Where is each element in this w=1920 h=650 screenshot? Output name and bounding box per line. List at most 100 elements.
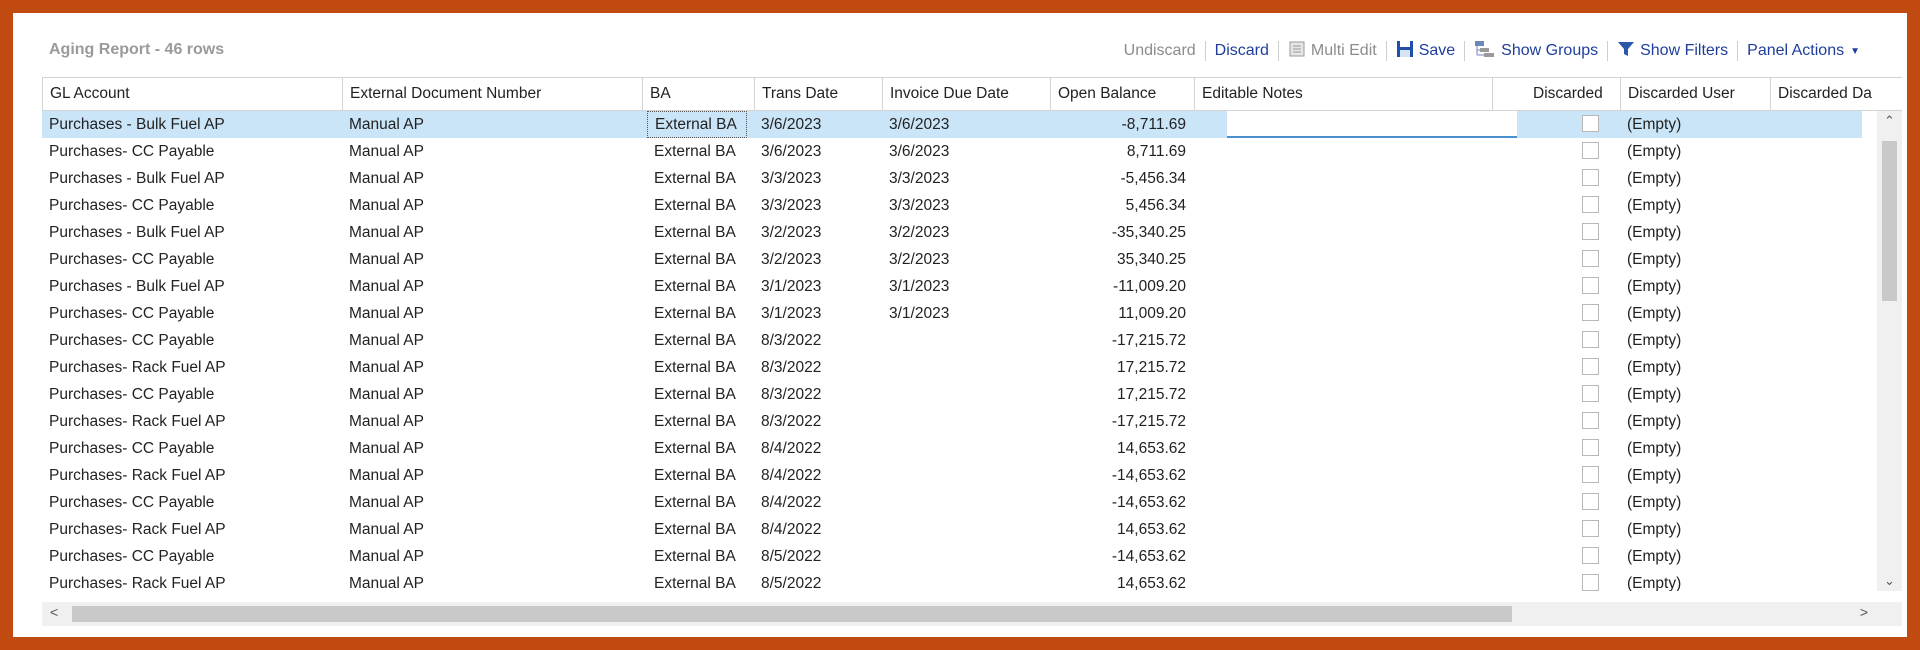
cell-gl-account: Purchases - Bulk Fuel AP [49,170,225,187]
discarded-checkbox[interactable] [1582,439,1599,456]
table-row[interactable]: Purchases- CC Payable Manual AP External B… [42,300,1862,327]
discarded-checkbox[interactable] [1582,142,1599,159]
cell-external-document-number: Manual AP [349,278,424,295]
cell-open-balance: 35,340.25 [1117,251,1186,268]
table-row[interactable]: Purchases- Rack Fuel AP Manual AP External… [42,462,1862,489]
table-row[interactable]: Purchases- Rack Fuel AP Manual AP External… [42,570,1862,591]
multi-edit-button[interactable]: Multi Edit [1281,40,1384,63]
discarded-checkbox[interactable] [1582,196,1599,213]
save-button[interactable]: Save [1389,40,1462,63]
cell-trans-date: 8/4/2022 [761,440,822,457]
table-row[interactable]: Purchases- CC Payable Manual AP External B… [42,138,1862,165]
vertical-scrollbar[interactable]: ⌃ ⌄ [1877,111,1902,591]
table-row[interactable]: Purchases- Rack Fuel AP Manual AP External… [42,408,1862,435]
table-row[interactable]: Purchases- Rack Fuel AP Manual AP External… [42,354,1862,381]
discarded-checkbox[interactable] [1582,169,1599,186]
table-row[interactable]: Purchases - Bulk Fuel AP Manual AP Externa… [42,111,1862,138]
report-panel: Aging Report - 46 rows Undiscard Discard… [13,13,1907,637]
table-row[interactable]: Purchases- CC Payable Manual AP External B… [42,435,1862,462]
discarded-checkbox[interactable] [1582,115,1599,132]
cell-external-document-number: Manual AP [349,467,424,484]
cell-gl-account: Purchases- Rack Fuel AP [49,359,226,376]
cell-external-document-number: Manual AP [349,305,424,322]
cell-ba: External BA [654,278,736,295]
table-row[interactable]: Purchases - Bulk Fuel AP Manual AP Externa… [42,219,1862,246]
show-filters-button[interactable]: Show Filters [1610,40,1735,63]
cell-invoice-due-date: 3/1/2023 [889,305,950,322]
table-row[interactable]: Purchases- CC Payable Manual AP External B… [42,381,1862,408]
cell-trans-date: 8/3/2022 [761,359,822,376]
column-header-external-document-number[interactable]: External Document Number [342,78,642,110]
cell-external-document-number: Manual AP [349,170,424,187]
cell-discarded-user: (Empty) [1627,170,1682,187]
cell-trans-date: 3/3/2023 [761,170,822,187]
cell-invoice-due-date [882,543,1050,570]
column-header-open-balance[interactable]: Open Balance [1050,78,1194,110]
table-row[interactable]: Purchases- CC Payable Manual AP External B… [42,246,1862,273]
discarded-checkbox[interactable] [1582,520,1599,537]
scroll-right-icon[interactable]: > [1860,604,1868,620]
cell-open-balance: -8,711.69 [1121,116,1186,133]
column-header-gl-account[interactable]: GL Account [42,78,342,110]
discarded-checkbox[interactable] [1582,493,1599,510]
scroll-down-icon[interactable]: ⌄ [1877,573,1902,589]
horizontal-scroll-thumb[interactable] [72,606,1512,622]
cell-invoice-due-date [882,381,1050,408]
cell-ba: External BA [654,494,736,511]
cell-discarded-user: (Empty) [1627,359,1682,376]
cell-ba: External BA [654,305,736,322]
discarded-checkbox[interactable] [1582,223,1599,240]
cell-gl-account: Purchases- CC Payable [49,548,215,565]
table-row[interactable]: Purchases- CC Payable Manual AP External B… [42,543,1862,570]
vertical-scroll-thumb[interactable] [1882,141,1897,301]
scroll-up-icon[interactable]: ⌃ [1877,113,1902,129]
editable-notes-input[interactable] [1227,111,1517,138]
discarded-checkbox[interactable] [1582,547,1599,564]
cell-open-balance: 5,456.34 [1125,197,1186,214]
column-header-discarded[interactable]: Discarded [1492,78,1620,110]
panel-actions-menu[interactable]: Panel Actions ▼ [1740,42,1867,60]
scroll-left-icon[interactable]: < [50,604,58,620]
toolbar-actions: Undiscard Discard Multi Edit Save Show G… [1117,38,1867,64]
column-header-editable-notes[interactable]: Editable Notes [1194,78,1492,110]
discarded-checkbox[interactable] [1582,466,1599,483]
cell-external-document-number: Manual AP [349,386,424,403]
column-header-invoice-due-date[interactable]: Invoice Due Date [882,78,1050,110]
discarded-checkbox[interactable] [1582,277,1599,294]
cell-external-document-number: Manual AP [349,521,424,538]
discarded-checkbox[interactable] [1582,250,1599,267]
cell-discarded-user: (Empty) [1627,386,1682,403]
table-row[interactable]: Purchases - Bulk Fuel AP Manual AP Externa… [42,165,1862,192]
discarded-checkbox[interactable] [1582,412,1599,429]
show-groups-button[interactable]: Show Groups [1467,40,1605,63]
table-row[interactable]: Purchases- CC Payable Manual AP External B… [42,192,1862,219]
column-header-ba[interactable]: BA [642,78,754,110]
discarded-checkbox[interactable] [1582,358,1599,375]
column-header-trans-date[interactable]: Trans Date [754,78,882,110]
table-row[interactable]: Purchases- Rack Fuel AP Manual AP External… [42,516,1862,543]
toolbar-separator [1737,41,1739,61]
discarded-checkbox[interactable] [1582,304,1599,321]
column-header-discarded-user[interactable]: Discarded User [1620,78,1770,110]
cell-discarded-user: (Empty) [1627,548,1682,565]
column-header-discarded-date[interactable]: Discarded Da [1770,78,1902,110]
cell-discarded-user: (Empty) [1627,467,1682,484]
cell-discarded-user: (Empty) [1627,224,1682,241]
horizontal-scrollbar[interactable]: < > [42,602,1902,626]
discarded-checkbox[interactable] [1582,385,1599,402]
caret-down-icon: ▼ [1850,45,1860,57]
undiscard-button[interactable]: Undiscard [1117,42,1203,60]
table-row[interactable]: Purchases - Bulk Fuel AP Manual AP Externa… [42,273,1862,300]
grid-header: GL Account External Document Number BA T… [42,78,1902,111]
discarded-checkbox[interactable] [1582,574,1599,591]
cell-discarded-user: (Empty) [1627,413,1682,430]
cell-ba: External BA [654,332,736,349]
table-row[interactable]: Purchases- CC Payable Manual AP External B… [42,489,1862,516]
cell-ba: External BA [654,521,736,538]
table-row[interactable]: Purchases- CC Payable Manual AP External B… [42,327,1862,354]
cell-invoice-due-date: 3/6/2023 [889,116,950,133]
discarded-checkbox[interactable] [1582,331,1599,348]
cell-trans-date: 3/3/2023 [761,197,822,214]
cell-open-balance: -17,215.72 [1111,332,1186,349]
discard-button[interactable]: Discard [1208,42,1276,60]
